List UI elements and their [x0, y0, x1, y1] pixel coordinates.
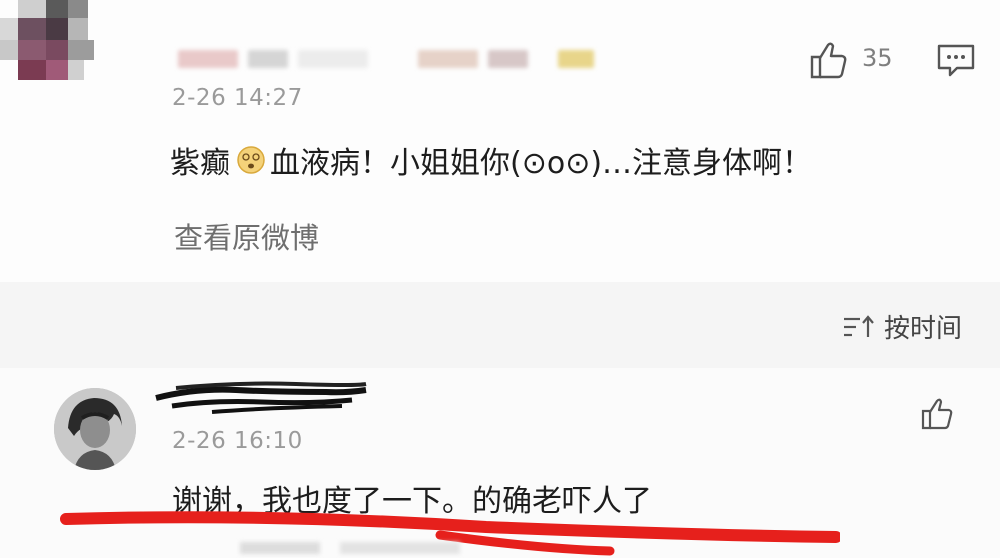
- sort-icon: [843, 314, 874, 337]
- username-scribbled-out[interactable]: [152, 376, 372, 420]
- comment-text-part-2: 血液病！小姐姐你(⊙o⊙)…注意身体啊！: [270, 146, 813, 181]
- thumbs-up-icon[interactable]: [808, 40, 850, 80]
- like-count: 35: [862, 44, 893, 72]
- avatar[interactable]: [54, 388, 136, 470]
- dizzy-face-emoji-icon: [237, 146, 265, 174]
- post-comment-text: 紫癫 血液病！小姐姐你(⊙o⊙)…注意身体啊！: [170, 138, 812, 182]
- sort-label: 按时间: [883, 314, 962, 344]
- comment-text-part-1: 紫癫: [170, 146, 230, 181]
- sort-by-time-button[interactable]: 按时间: [842, 308, 962, 345]
- next-comment-blurred: [240, 538, 580, 558]
- reply-timestamp: 2-26 16:10: [172, 428, 303, 454]
- view-original-link[interactable]: 查看原微博: [174, 215, 319, 257]
- avatar-portrait-icon: [54, 388, 136, 470]
- username-blurred[interactable]: [178, 40, 598, 74]
- comment-icon[interactable]: [936, 42, 976, 78]
- post-timestamp: 2-26 14:27: [172, 85, 303, 111]
- thumbs-up-icon[interactable]: [920, 396, 956, 430]
